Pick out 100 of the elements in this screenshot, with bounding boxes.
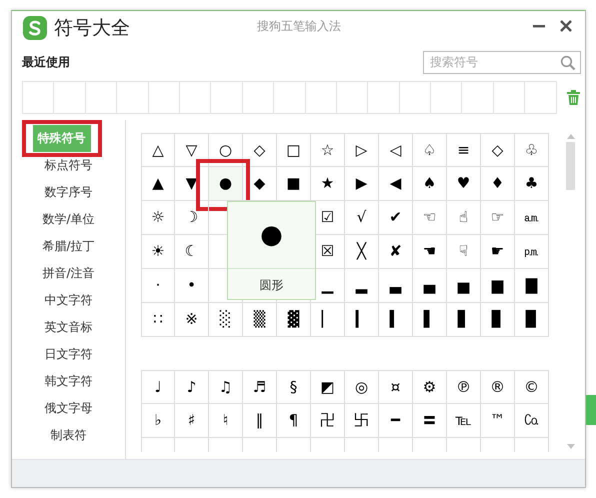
- symbol-cell[interactable]: △: [152, 142, 164, 158]
- symbol-cell[interactable]: ®: [490, 380, 505, 394]
- symbol-cell[interactable]: ♤: [422, 142, 436, 158]
- scroll-down-icon[interactable]: [566, 444, 576, 450]
- symbol-cell[interactable]: ▃: [390, 278, 402, 293]
- symbol-cell[interactable]: ♮: [222, 413, 228, 428]
- symbol-cell[interactable]: ☛: [490, 244, 504, 259]
- symbol-cell[interactable]: ▒: [254, 312, 266, 327]
- symbol-cell[interactable]: ☝: [458, 210, 468, 225]
- scroll-thumb[interactable]: [566, 142, 575, 190]
- category-tab[interactable]: 英文音标: [38, 315, 98, 340]
- symbol-cell[interactable]: ☚: [422, 244, 436, 259]
- scroll-up-icon[interactable]: [566, 133, 576, 139]
- symbol-cell[interactable]: ▲: [152, 176, 164, 191]
- symbol-cell[interactable]: √: [356, 210, 366, 225]
- symbol-cell[interactable]: ●: [218, 176, 232, 191]
- recent-slot[interactable]: [431, 81, 462, 114]
- symbol-cell[interactable]: ☽: [184, 210, 198, 225]
- symbol-cell[interactable]: ☒: [320, 244, 334, 259]
- symbol-cell[interactable]: §: [290, 380, 298, 394]
- symbol-cell[interactable]: ♫: [218, 380, 232, 394]
- recent-slot[interactable]: [86, 81, 118, 114]
- symbol-cell[interactable]: 卍: [320, 413, 335, 428]
- symbol-cell[interactable]: ▅: [458, 278, 470, 293]
- symbol-cell[interactable]: ✘: [389, 244, 402, 259]
- recent-slot[interactable]: [400, 81, 432, 114]
- symbol-cell[interactable]: 卐: [354, 413, 369, 428]
- symbol-cell[interactable]: ✔: [389, 210, 402, 225]
- symbol-cell[interactable]: ◇: [254, 142, 266, 158]
- category-tab[interactable]: 标点符号: [38, 153, 98, 178]
- symbol-cell[interactable]: ⚙: [422, 380, 436, 394]
- symbol-cell[interactable]: ♩: [154, 380, 162, 394]
- symbol-cell[interactable]: ◎: [354, 380, 368, 394]
- symbol-cell[interactable]: ※: [185, 312, 198, 327]
- symbol-cell[interactable]: ╳: [356, 244, 366, 259]
- symbol-cell[interactable]: ◆: [254, 176, 266, 191]
- close-icon[interactable]: [559, 19, 573, 33]
- symbol-cell[interactable]: ★: [320, 176, 334, 191]
- category-tab[interactable]: 拼音/注音: [36, 261, 101, 286]
- symbol-cell[interactable]: ℗: [456, 380, 471, 394]
- symbol-cell[interactable]: ○: [218, 142, 232, 158]
- symbol-cell[interactable]: ▉: [526, 312, 538, 327]
- symbol-cell[interactable]: ▶: [356, 176, 368, 191]
- symbol-cell[interactable]: ☜: [422, 210, 436, 225]
- symbol-cell[interactable]: ♪: [186, 380, 196, 394]
- symbol-cell[interactable]: ♥: [456, 176, 470, 191]
- recent-slot[interactable]: [23, 81, 54, 114]
- symbol-cell[interactable]: ■: [286, 176, 301, 191]
- symbol-cell[interactable]: ▂: [356, 278, 368, 293]
- category-tab[interactable]: 中文字符: [38, 288, 98, 313]
- category-tab[interactable]: 俄文字母: [38, 396, 98, 421]
- symbol-cell[interactable]: ▋: [458, 312, 470, 327]
- symbol-cell[interactable]: ㏂: [524, 210, 539, 225]
- symbol-cell[interactable]: ☑: [320, 210, 334, 225]
- symbol-cell[interactable]: ≡: [457, 142, 470, 158]
- symbol-cell[interactable]: ▽: [186, 142, 198, 158]
- search-icon[interactable]: [560, 54, 576, 70]
- category-tab[interactable]: 数学/单位: [36, 207, 101, 232]
- symbol-cell[interactable]: ㏘: [524, 244, 539, 259]
- symbol-cell[interactable]: ▌: [424, 312, 436, 327]
- recent-slot[interactable]: [274, 81, 306, 114]
- symbol-cell[interactable]: ♦: [490, 176, 504, 191]
- category-tab[interactable]: 数字序号: [38, 180, 98, 205]
- symbol-cell[interactable]: ▓: [288, 312, 300, 327]
- symbol-cell[interactable]: ☀: [151, 244, 165, 259]
- recent-slot[interactable]: [368, 81, 400, 114]
- symbol-cell[interactable]: ▎: [356, 312, 368, 327]
- symbol-cell[interactable]: ░: [220, 312, 232, 327]
- recent-slot[interactable]: [336, 81, 368, 114]
- symbol-cell[interactable]: ¤: [390, 380, 400, 394]
- symbol-cell[interactable]: ▄: [424, 278, 436, 293]
- symbol-cell[interactable]: ━: [390, 413, 400, 428]
- symbol-cell[interactable]: ♠: [422, 176, 436, 191]
- recent-slot[interactable]: [211, 81, 243, 114]
- symbol-cell[interactable]: ©: [524, 380, 539, 394]
- symbol-cell[interactable]: ∷: [153, 312, 163, 327]
- symbol-cell[interactable]: ▊: [492, 312, 504, 327]
- symbol-cell[interactable]: ☼: [151, 210, 165, 225]
- symbol-cell[interactable]: ◩: [320, 380, 335, 394]
- recent-slot[interactable]: [525, 81, 557, 114]
- category-tab[interactable]: 希腊/拉丁: [36, 234, 101, 259]
- symbol-cell[interactable]: ▆: [492, 278, 504, 293]
- symbol-cell[interactable]: ™: [490, 413, 505, 428]
- symbol-cell[interactable]: ☞: [490, 210, 504, 225]
- symbol-cell[interactable]: ▍: [390, 312, 402, 327]
- symbol-cell[interactable]: ♧: [524, 142, 538, 158]
- symbol-cell[interactable]: ▇: [526, 278, 538, 293]
- recent-slot[interactable]: [117, 81, 149, 114]
- symbol-cell[interactable]: ▷: [356, 142, 368, 158]
- symbol-cell[interactable]: 〓: [422, 413, 437, 428]
- recent-slot[interactable]: [462, 81, 494, 114]
- category-tab[interactable]: 日文字符: [38, 342, 98, 367]
- recent-slot[interactable]: [54, 81, 86, 114]
- recent-slot[interactable]: [242, 81, 274, 114]
- symbol-cell[interactable]: ·: [156, 278, 160, 293]
- trash-icon[interactable]: [566, 90, 580, 105]
- recent-slot[interactable]: [306, 81, 337, 114]
- symbol-cell[interactable]: ◇: [492, 142, 504, 158]
- symbol-cell[interactable]: ℡: [455, 413, 472, 428]
- recent-slot[interactable]: [180, 81, 212, 114]
